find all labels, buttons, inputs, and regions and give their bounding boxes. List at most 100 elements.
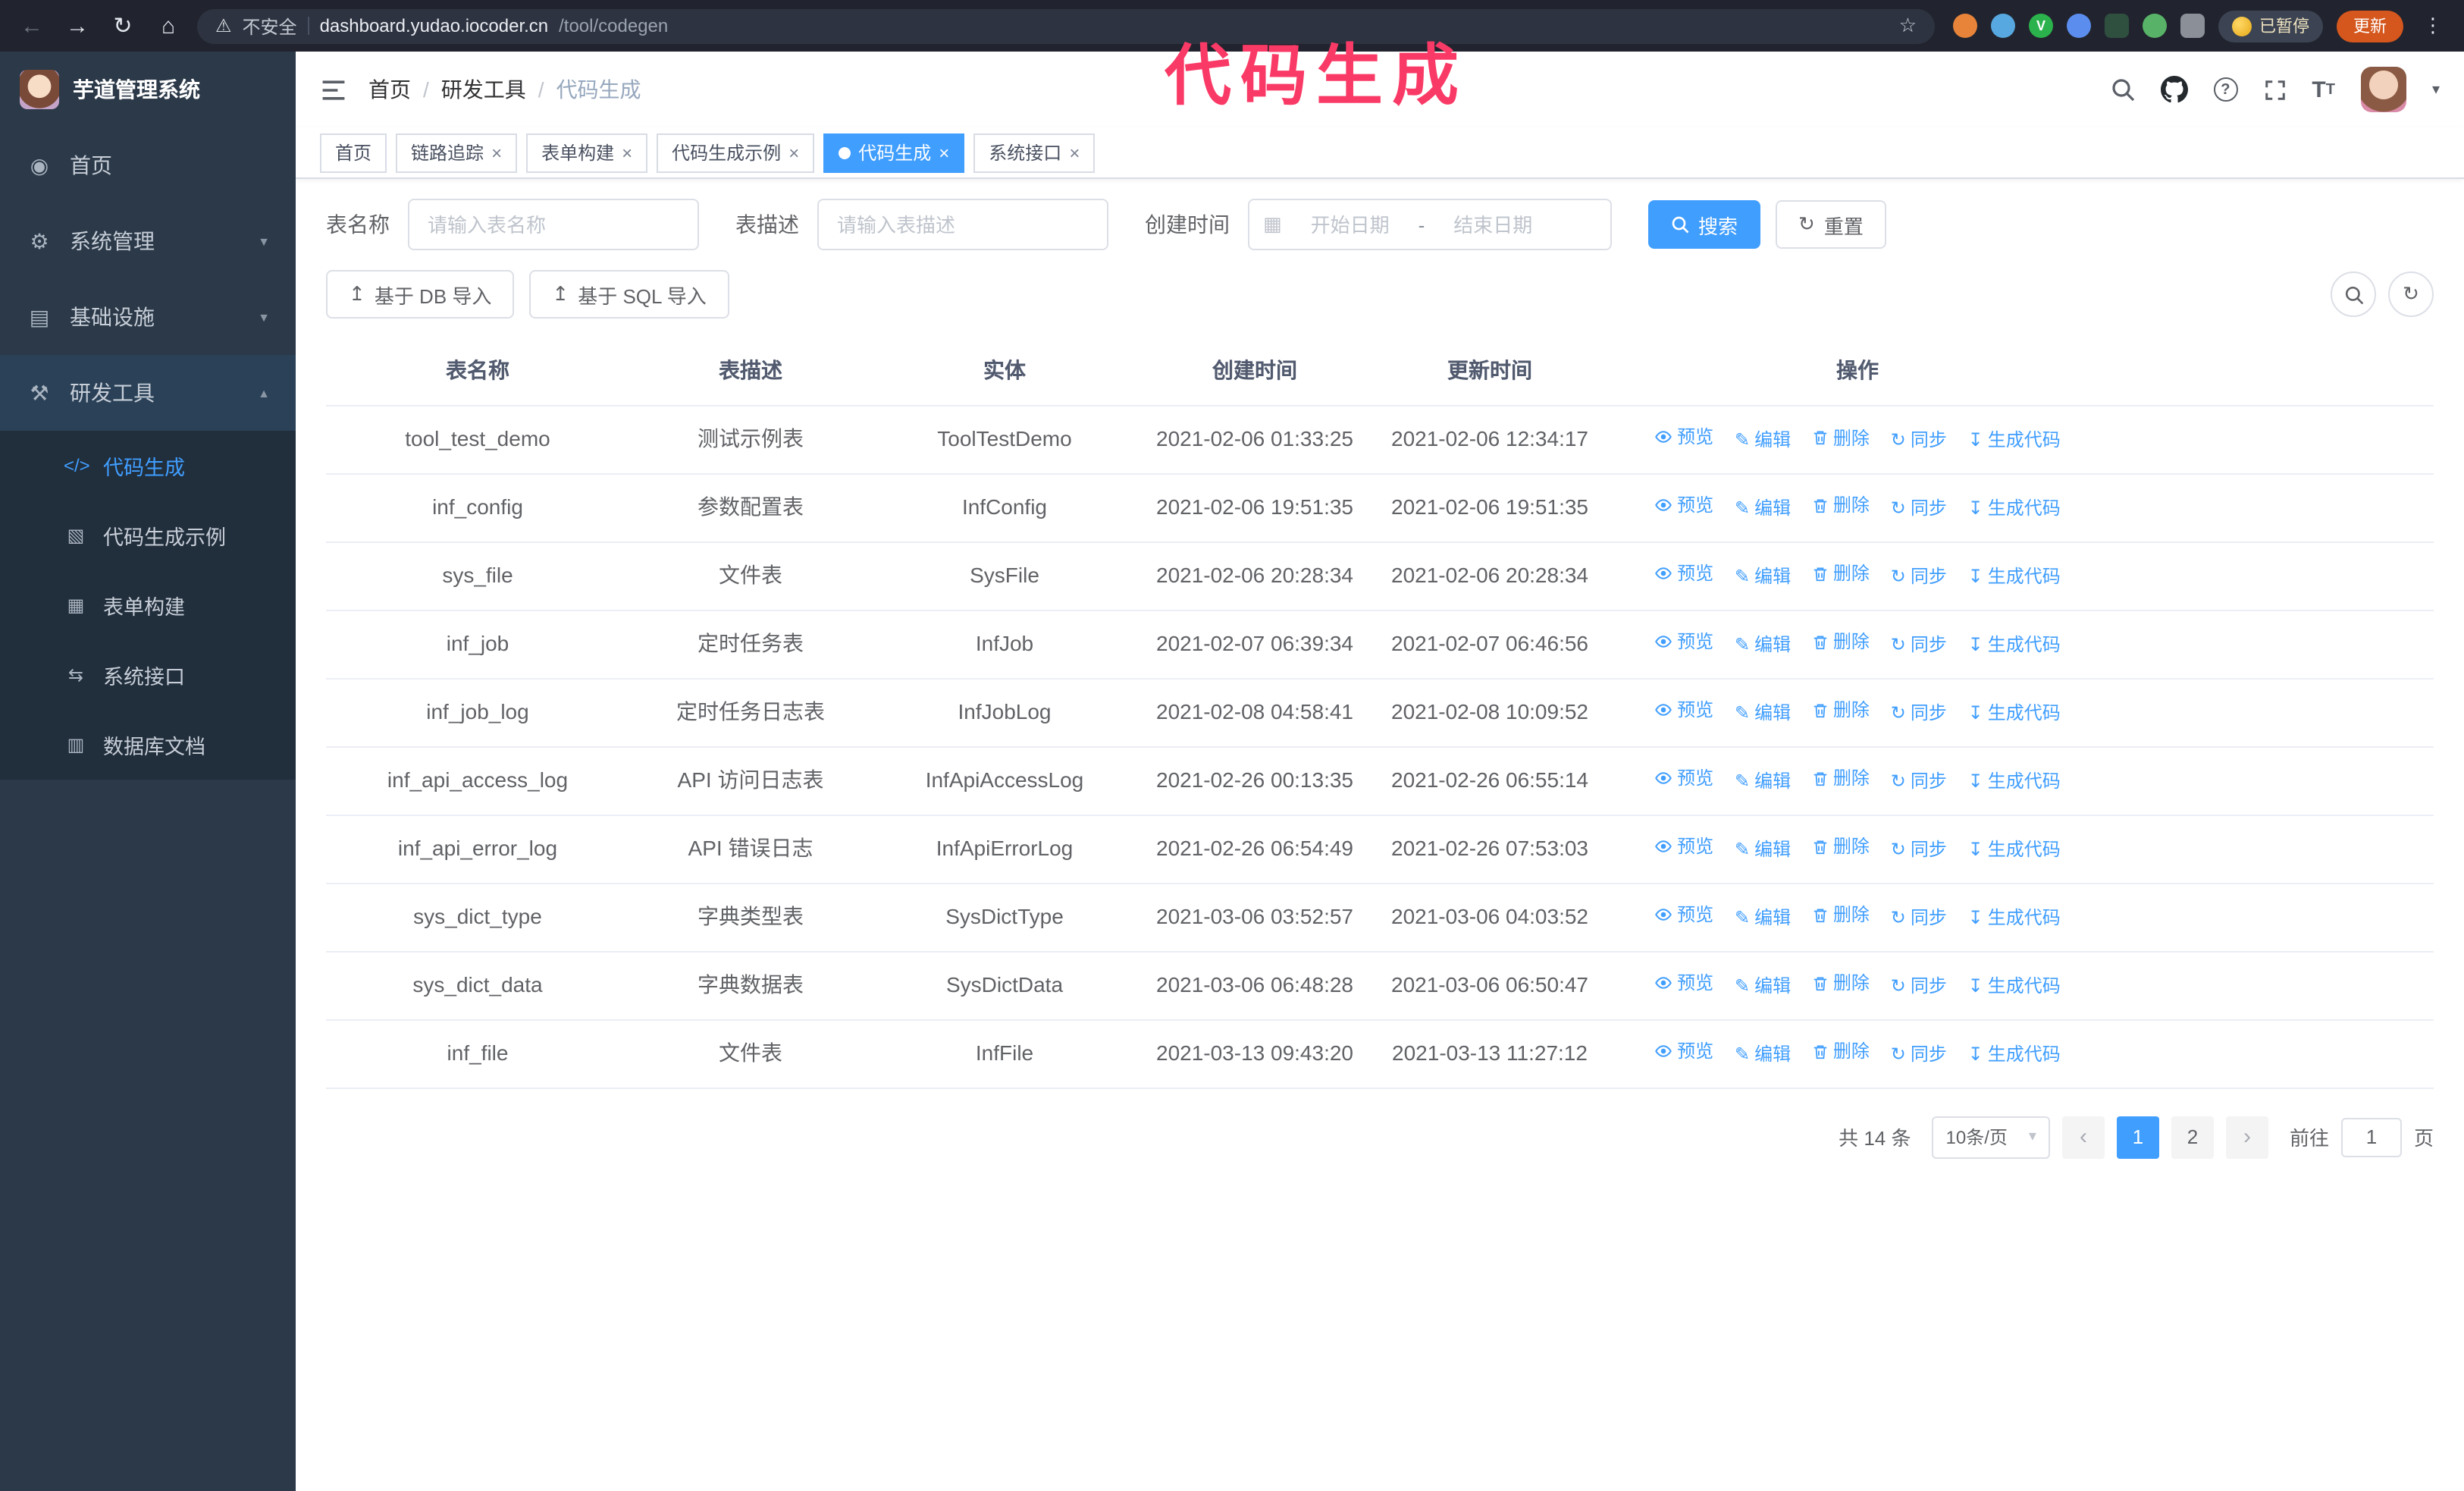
sidebar-item-form-builder[interactable]: ▦ 表单构建 bbox=[0, 570, 296, 640]
delete-link[interactable]: 删除 bbox=[1812, 765, 1870, 793]
sync-link[interactable]: ↻ 同步 bbox=[1891, 1041, 1947, 1069]
tab-codegen[interactable]: 代码生成 × bbox=[823, 133, 965, 172]
goto-page-input[interactable] bbox=[2340, 1117, 2402, 1157]
sync-link[interactable]: ↻ 同步 bbox=[1891, 563, 1947, 591]
tab-system-api[interactable]: 系统接口 × bbox=[973, 133, 1096, 172]
paused-badge[interactable]: 已暂停 bbox=[2218, 10, 2323, 42]
close-icon[interactable]: × bbox=[622, 143, 632, 162]
tab-form-builder[interactable]: 表单构建 × bbox=[526, 133, 648, 172]
preview-link[interactable]: 预览 bbox=[1654, 969, 1713, 997]
sync-link[interactable]: ↻ 同步 bbox=[1891, 972, 1947, 1000]
close-icon[interactable]: × bbox=[788, 143, 799, 162]
generate-code-link[interactable]: ↧ 生成代码 bbox=[1968, 904, 2061, 932]
preview-link[interactable]: 预览 bbox=[1654, 696, 1713, 724]
preview-link[interactable]: 预览 bbox=[1654, 560, 1713, 588]
breadcrumb-home[interactable]: 首页 bbox=[368, 74, 411, 105]
tab-tracing[interactable]: 链路追踪 × bbox=[396, 133, 518, 172]
edit-link[interactable]: ✎ 编辑 bbox=[1735, 699, 1791, 727]
page-button-2[interactable]: 2 bbox=[2171, 1116, 2214, 1159]
toggle-search-button[interactable] bbox=[2331, 272, 2376, 317]
next-page-button[interactable]: › bbox=[2225, 1116, 2268, 1159]
date-end-input[interactable] bbox=[1431, 213, 1556, 236]
preview-link[interactable]: 预览 bbox=[1654, 764, 1713, 793]
generate-code-link[interactable]: ↧ 生成代码 bbox=[1968, 1041, 2061, 1069]
sidebar-item-devtools[interactable]: ⚒ 研发工具 ▲ bbox=[0, 355, 296, 431]
address-bar[interactable]: ⚠ 不安全 dashboard.yudao.iocoder.cn/tool/co… bbox=[197, 8, 1935, 43]
puzzle-icon[interactable] bbox=[2180, 14, 2205, 38]
reload-icon[interactable]: ↻ bbox=[106, 9, 140, 42]
generate-code-link[interactable]: ↧ 生成代码 bbox=[1968, 494, 2061, 523]
delete-link[interactable]: 删除 bbox=[1812, 492, 1870, 520]
delete-link[interactable]: 删除 bbox=[1812, 560, 1870, 589]
reset-button[interactable]: ↻ 重置 bbox=[1776, 200, 1886, 249]
page-button-1[interactable]: 1 bbox=[2116, 1116, 2159, 1159]
font-size-icon[interactable]: TT bbox=[2312, 77, 2335, 102]
delete-link[interactable]: 删除 bbox=[1812, 424, 1870, 452]
sync-link[interactable]: ↻ 同步 bbox=[1891, 494, 1947, 523]
delete-link[interactable]: 删除 bbox=[1812, 697, 1870, 725]
extension-icon-2[interactable] bbox=[1991, 14, 2015, 38]
delete-link[interactable]: 删除 bbox=[1812, 902, 1870, 930]
extension-icon-5[interactable] bbox=[2105, 14, 2129, 38]
sync-link[interactable]: ↻ 同步 bbox=[1891, 426, 1947, 454]
table-desc-input[interactable] bbox=[817, 199, 1108, 250]
edit-link[interactable]: ✎ 编辑 bbox=[1735, 631, 1791, 659]
github-icon[interactable] bbox=[2160, 76, 2188, 103]
browser-menu-icon[interactable]: ⋮ bbox=[2417, 14, 2449, 38]
browser-update-button[interactable]: 更新 bbox=[2337, 10, 2403, 42]
refresh-table-button[interactable]: ↻ bbox=[2388, 272, 2434, 317]
sidebar-item-home[interactable]: ◉ 首页 bbox=[0, 127, 296, 203]
extension-icon-1[interactable] bbox=[1953, 14, 1977, 38]
preview-link[interactable]: 预览 bbox=[1654, 423, 1713, 451]
preview-link[interactable]: 预览 bbox=[1654, 833, 1713, 861]
import-sql-button[interactable]: ↥ 基于 SQL 导入 bbox=[529, 270, 729, 319]
sync-link[interactable]: ↻ 同步 bbox=[1891, 699, 1947, 727]
delete-link[interactable]: 删除 bbox=[1812, 629, 1870, 657]
extension-icon-3[interactable]: V bbox=[2029, 14, 2053, 38]
tab-codegen-example[interactable]: 代码生成示例 × bbox=[657, 133, 815, 172]
back-icon[interactable]: ← bbox=[15, 9, 49, 42]
preview-link[interactable]: 预览 bbox=[1654, 628, 1713, 656]
sidebar-item-infra[interactable]: ▤ 基础设施 ▼ bbox=[0, 279, 296, 355]
sync-link[interactable]: ↻ 同步 bbox=[1891, 836, 1947, 864]
home-icon[interactable]: ⌂ bbox=[152, 9, 185, 42]
help-icon[interactable]: ? bbox=[2213, 77, 2238, 102]
prev-page-button[interactable]: ‹ bbox=[2061, 1116, 2105, 1159]
close-icon[interactable]: × bbox=[939, 143, 949, 162]
preview-link[interactable]: 预览 bbox=[1654, 901, 1713, 929]
edit-link[interactable]: ✎ 编辑 bbox=[1735, 767, 1791, 796]
sync-link[interactable]: ↻ 同步 bbox=[1891, 631, 1947, 659]
bookmark-star-icon[interactable]: ☆ bbox=[1899, 14, 1917, 38]
delete-link[interactable]: 删除 bbox=[1812, 970, 1870, 998]
search-icon[interactable] bbox=[2110, 77, 2134, 102]
edit-link[interactable]: ✎ 编辑 bbox=[1735, 426, 1791, 454]
sidebar-item-system-api[interactable]: ⇆ 系统接口 bbox=[0, 640, 296, 710]
sidebar-item-codegen[interactable]: </> 代码生成 bbox=[0, 431, 296, 501]
generate-code-link[interactable]: ↧ 生成代码 bbox=[1968, 631, 2061, 659]
generate-code-link[interactable]: ↧ 生成代码 bbox=[1968, 767, 2061, 796]
generate-code-link[interactable]: ↧ 生成代码 bbox=[1968, 972, 2061, 1000]
sidebar-item-system[interactable]: ⚙ 系统管理 ▼ bbox=[0, 203, 296, 279]
delete-link[interactable]: 删除 bbox=[1812, 1038, 1870, 1066]
generate-code-link[interactable]: ↧ 生成代码 bbox=[1968, 426, 2061, 454]
avatar-caret-icon[interactable]: ▾ bbox=[2432, 81, 2440, 98]
edit-link[interactable]: ✎ 编辑 bbox=[1735, 972, 1791, 1000]
generate-code-link[interactable]: ↧ 生成代码 bbox=[1968, 836, 2061, 864]
search-button[interactable]: 搜索 bbox=[1648, 200, 1761, 249]
date-range-picker[interactable]: ▦ - bbox=[1248, 199, 1612, 250]
page-size-select[interactable]: 10条/页 ▾ bbox=[1932, 1116, 2050, 1159]
sync-link[interactable]: ↻ 同步 bbox=[1891, 767, 1947, 796]
edit-link[interactable]: ✎ 编辑 bbox=[1735, 563, 1791, 591]
close-icon[interactable]: × bbox=[1069, 143, 1080, 162]
import-db-button[interactable]: ↥ 基于 DB 导入 bbox=[326, 270, 515, 319]
preview-link[interactable]: 预览 bbox=[1654, 491, 1713, 519]
extension-icon-4[interactable] bbox=[2067, 14, 2091, 38]
avatar[interactable] bbox=[2360, 67, 2406, 112]
delete-link[interactable]: 删除 bbox=[1812, 833, 1870, 862]
date-start-input[interactable] bbox=[1287, 213, 1412, 236]
breadcrumb-devtools[interactable]: 研发工具 bbox=[441, 74, 526, 105]
edit-link[interactable]: ✎ 编辑 bbox=[1735, 494, 1791, 523]
edit-link[interactable]: ✎ 编辑 bbox=[1735, 836, 1791, 864]
edit-link[interactable]: ✎ 编辑 bbox=[1735, 904, 1791, 932]
preview-link[interactable]: 预览 bbox=[1654, 1037, 1713, 1066]
